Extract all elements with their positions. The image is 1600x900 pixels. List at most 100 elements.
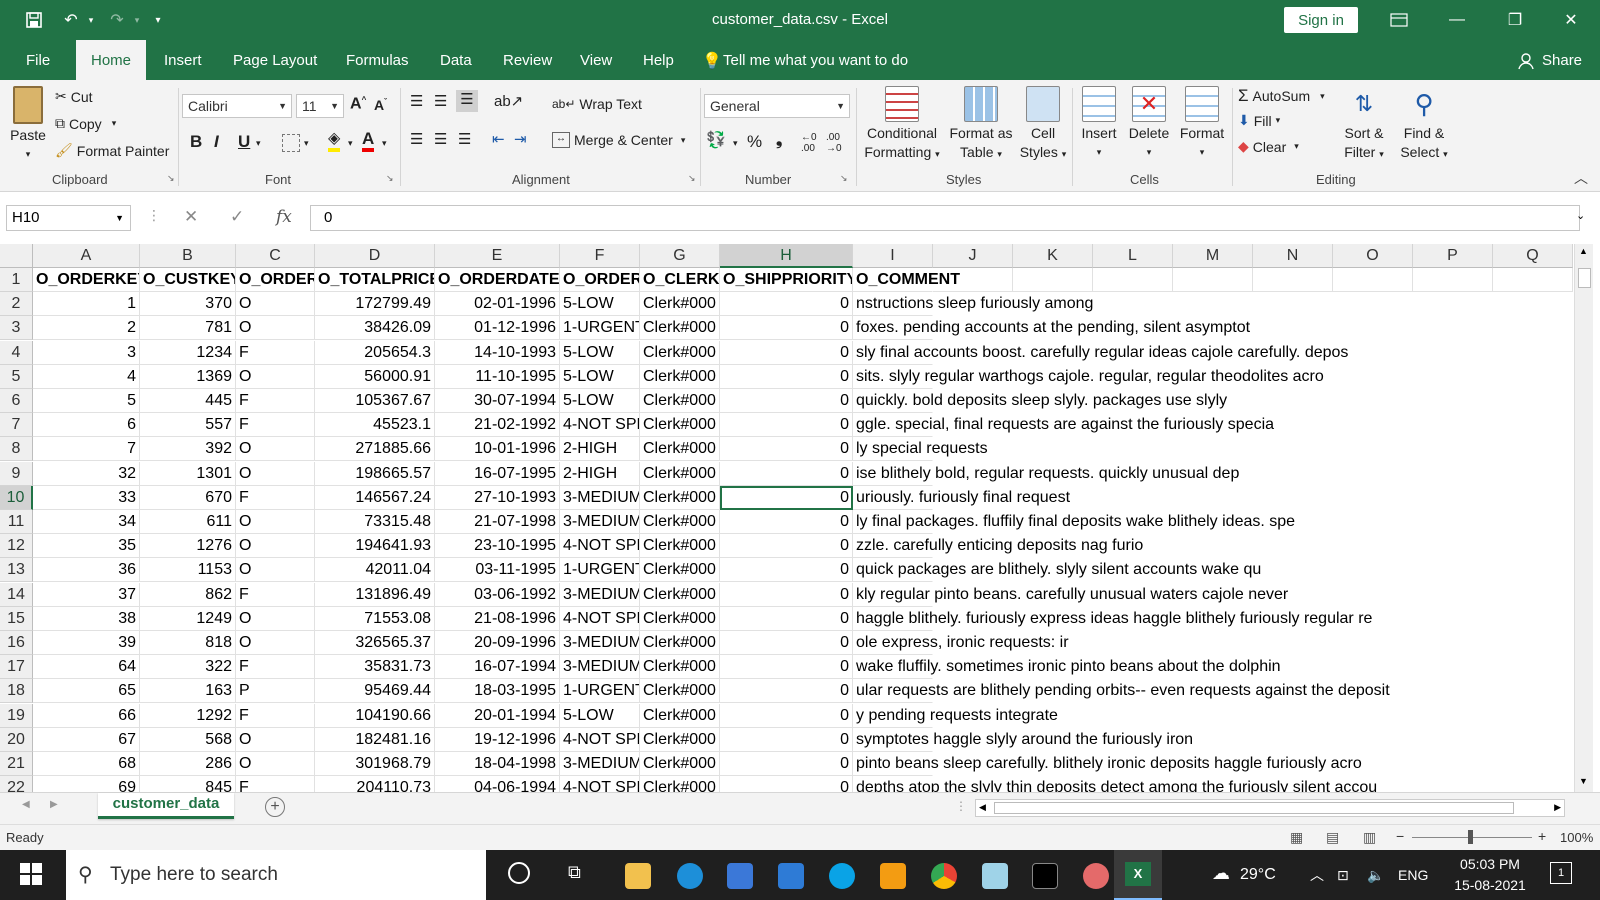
table-cell[interactable]: 0	[720, 413, 853, 438]
increase-decimal-icon[interactable]: ←0.00	[801, 132, 817, 154]
wrap-text-button[interactable]: ab↵ Wrap Text	[552, 96, 642, 112]
row-header[interactable]: 8	[0, 437, 33, 462]
table-cell[interactable]: Clerk#000	[640, 703, 720, 728]
scroll-up-icon[interactable]: ▲	[1579, 246, 1588, 256]
table-cell[interactable]: 3-MEDIUM	[560, 752, 640, 776]
table-cell[interactable]: 20-01-1994	[435, 703, 560, 728]
decrease-decimal-icon[interactable]: .00 →0	[826, 132, 842, 154]
table-cell[interactable]: F	[236, 340, 315, 365]
table-cell[interactable]: 6	[33, 413, 140, 438]
cancel-icon[interactable]: ✕	[184, 207, 198, 227]
prev-sheet-icon[interactable]: ◀	[22, 799, 30, 810]
cell-styles-button[interactable]: Cell Styles ▾	[1018, 86, 1068, 164]
table-cell[interactable]: 21-08-1996	[435, 606, 560, 631]
page-break-view-icon[interactable]: ▥	[1363, 829, 1376, 846]
table-cell[interactable]: F	[236, 703, 315, 728]
borders-icon[interactable]	[282, 134, 300, 152]
table-cell[interactable]: O	[236, 437, 315, 462]
row-header[interactable]: 4	[0, 340, 33, 365]
copy-button[interactable]: ⧉ Copy ▾	[55, 115, 116, 132]
table-cell[interactable]: 4-NOT SPE	[560, 534, 640, 559]
table-cell[interactable]: 5	[33, 389, 140, 413]
close-icon[interactable]: ✕	[1542, 0, 1600, 40]
comment-cell[interactable]: pinto beans sleep carefully. blithely ir…	[853, 752, 1362, 776]
table-cell[interactable]: 32	[33, 461, 140, 486]
table-cell[interactable]: 286	[140, 752, 236, 776]
row-header[interactable]: 6	[0, 389, 33, 413]
empty-cell[interactable]	[1173, 268, 1253, 292]
table-cell[interactable]: 01-12-1996	[435, 316, 560, 341]
merge-center-button[interactable]: ↔ Merge & Center ▾	[552, 132, 685, 148]
table-cell[interactable]: 611	[140, 510, 236, 534]
table-cell[interactable]: 20-09-1996	[435, 631, 560, 655]
table-cell[interactable]: 35	[33, 534, 140, 559]
align-left-icon[interactable]: ☰	[410, 130, 423, 148]
table-cell[interactable]: 56000.91	[315, 364, 435, 389]
table-cell[interactable]: 18-03-1995	[435, 679, 560, 704]
table-cell[interactable]: 73315.48	[315, 510, 435, 534]
tab-file[interactable]: File	[24, 40, 52, 80]
column-header-p[interactable]: P	[1413, 244, 1493, 268]
clipboard-launcher-icon[interactable]: ↘	[167, 173, 175, 184]
page-layout-view-icon[interactable]: ▤	[1326, 829, 1339, 846]
comment-cell[interactable]: sits. slyly regular warthogs cajole. reg…	[853, 365, 1324, 389]
conditional-formatting-button[interactable]: Conditional Formatting ▾	[860, 86, 944, 164]
orientation-icon[interactable]: ab↗	[494, 92, 523, 110]
comment-cell[interactable]: haggle blithely. furiously express ideas…	[853, 607, 1372, 631]
column-header-e[interactable]: E	[435, 244, 560, 268]
alignment-launcher-icon[interactable]: ↘	[688, 173, 696, 184]
table-cell[interactable]: P	[236, 679, 315, 704]
comment-cell[interactable]: symptotes haggle slyly around the furiou…	[853, 728, 1193, 752]
edge-icon[interactable]	[677, 863, 703, 889]
weather-icon[interactable]: ☁	[1212, 863, 1230, 884]
column-header-n[interactable]: N	[1253, 244, 1333, 268]
fill-button[interactable]: ⬇ Fill ▾	[1238, 112, 1280, 129]
percent-icon[interactable]: %	[747, 132, 762, 152]
table-cell[interactable]: F	[236, 413, 315, 438]
empty-cell[interactable]	[1253, 268, 1333, 292]
sign-in-button[interactable]: Sign in	[1284, 7, 1358, 33]
table-cell[interactable]: 95469.44	[315, 679, 435, 704]
tab-insert[interactable]: Insert	[162, 40, 204, 80]
table-cell[interactable]: 3-MEDIUM	[560, 485, 640, 510]
comment-cell[interactable]: sly final accounts boost. carefully regu…	[853, 341, 1348, 365]
row-header[interactable]: 11	[0, 510, 33, 534]
language-indicator[interactable]: ENG	[1398, 850, 1428, 900]
table-cell[interactable]: 4-NOT SPE	[560, 413, 640, 438]
table-cell[interactable]: 0	[720, 316, 853, 341]
row-header[interactable]: 13	[0, 558, 33, 583]
table-cell[interactable]: 198665.57	[315, 461, 435, 486]
table-cell[interactable]: 326565.37	[315, 631, 435, 655]
column-header-a[interactable]: A	[33, 244, 140, 268]
insert-function-icon[interactable]: fx	[276, 207, 292, 227]
table-cell[interactable]: 4-NOT SPE	[560, 606, 640, 631]
column-header-k[interactable]: K	[1013, 244, 1093, 268]
table-cell[interactable]: Clerk#000	[640, 558, 720, 583]
table-cell[interactable]: 0	[720, 752, 853, 776]
table-cell[interactable]: 557	[140, 413, 236, 438]
table-cell[interactable]: 3-MEDIUM	[560, 582, 640, 607]
row-header[interactable]: 14	[0, 582, 33, 607]
tab-help[interactable]: Help	[641, 40, 676, 80]
fill-color-icon[interactable]: ◈	[328, 130, 341, 152]
table-cell[interactable]: O	[236, 534, 315, 559]
comment-cell[interactable]: quick packages are blithely. slyly silen…	[853, 558, 1261, 583]
table-cell[interactable]: 4	[33, 364, 140, 389]
accounting-format-icon[interactable]: 💱	[706, 130, 726, 150]
zoom-out-icon[interactable]: −	[1396, 828, 1404, 844]
excel-taskbar-button[interactable]: X	[1114, 850, 1162, 900]
comma-style-icon[interactable]: ❟	[776, 132, 782, 150]
clear-button[interactable]: ◆ Clear ▾	[1238, 138, 1299, 155]
table-cell[interactable]: 1301	[140, 461, 236, 486]
table-cell[interactable]: 0	[720, 776, 853, 792]
vertical-scroll-thumb[interactable]	[1578, 268, 1591, 288]
spreadsheet-grid[interactable]: A B C D E F G H I J K L M N O P Q 1 O_ORDERKEY O_CUSTKEY O_O…	[0, 244, 1574, 792]
row-header[interactable]: 15	[0, 606, 33, 631]
table-cell[interactable]: 205654.3	[315, 340, 435, 365]
font-color-dropdown-icon[interactable]: ▾	[382, 138, 387, 149]
table-cell[interactable]: F	[236, 389, 315, 413]
table-cell[interactable]: O	[236, 364, 315, 389]
table-cell[interactable]: 271885.66	[315, 437, 435, 462]
ribbon-display-options-icon[interactable]	[1370, 0, 1428, 40]
table-cell[interactable]: Clerk#000	[640, 389, 720, 413]
